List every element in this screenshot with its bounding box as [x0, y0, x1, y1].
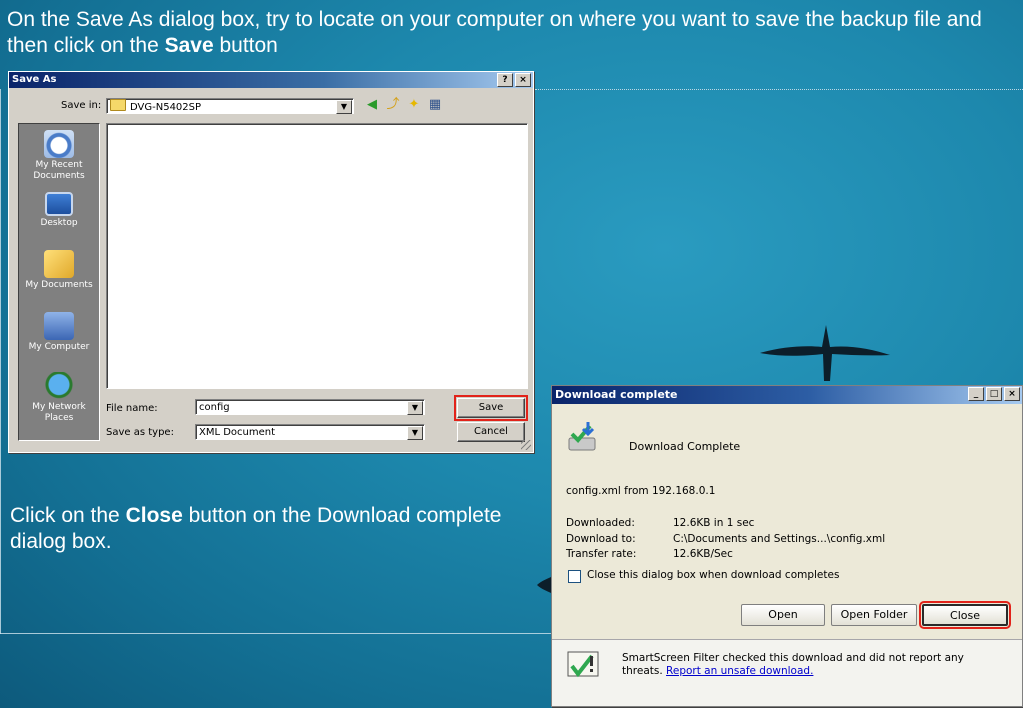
save-as-type-label: Save as type: — [106, 427, 174, 438]
chevron-down-icon[interactable]: ▼ — [407, 401, 423, 415]
save-in-dropdown[interactable]: DVG-N5402SP ▼ — [106, 98, 354, 114]
instruction-top-text: On the Save As dialog box, try to locate… — [7, 8, 982, 57]
minimize-button[interactable]: _ — [968, 387, 984, 401]
download-source: config.xml from 192.168.0.1 — [566, 485, 716, 497]
places-bar: My Recent Documents Desktop My Documents… — [18, 123, 100, 441]
file-name-value: config — [199, 402, 230, 413]
save-as-title: Save As — [12, 74, 57, 85]
my-documents-icon — [44, 250, 74, 278]
place-my-computer[interactable]: My Computer — [19, 312, 99, 353]
instruction-top-bold: Save — [164, 34, 214, 57]
file-list[interactable] — [106, 123, 528, 389]
bird-wing-tip — [537, 577, 551, 593]
close-window-button[interactable]: × — [515, 73, 531, 87]
new-folder-icon[interactable]: ✦ — [406, 97, 422, 113]
save-in-label: Save in: — [61, 100, 102, 111]
instruction-top-tail: button — [213, 34, 278, 57]
close-when-done-label: Close this dialog box when download comp… — [587, 569, 840, 581]
folder-icon — [110, 99, 126, 111]
instruction-bottom-bold: Close — [125, 504, 183, 527]
resize-grip[interactable] — [521, 440, 531, 450]
dotted-divider — [535, 89, 1023, 90]
network-globe-icon — [44, 372, 74, 400]
save-as-type-dropdown[interactable]: XML Document ▼ — [195, 424, 425, 440]
smartscreen-shield-icon — [567, 651, 599, 678]
place-my-recent-documents[interactable]: My Recent Documents — [19, 130, 99, 182]
frame-line-left — [0, 89, 1, 634]
close-button[interactable]: Close — [919, 601, 1011, 629]
bird-silhouette — [760, 325, 890, 381]
downloaded-value: 12.6KB in 1 sec — [673, 517, 755, 529]
help-button[interactable]: ? — [497, 73, 513, 87]
save-as-titlebar[interactable]: Save As ? × — [9, 72, 533, 88]
open-button[interactable]: Open — [741, 604, 825, 626]
transfer-rate-label: Transfer rate: — [566, 548, 637, 560]
download-heading: Download Complete — [629, 440, 741, 453]
instruction-bottom: Click on the Close button on the Downloa… — [10, 503, 530, 555]
download-complete-dialog: Download complete _ □ × Download Complet… — [551, 385, 1023, 707]
instruction-top: On the Save As dialog box, try to locate… — [7, 7, 997, 59]
place-label: My Computer — [28, 342, 90, 352]
place-desktop[interactable]: Desktop — [19, 192, 99, 229]
place-my-documents[interactable]: My Documents — [19, 250, 99, 291]
frame-line-bottom — [0, 633, 551, 634]
place-label: My Recent Documents — [33, 160, 85, 181]
place-my-network-places[interactable]: My Network Places — [19, 372, 99, 424]
maximize-button[interactable]: □ — [986, 387, 1002, 401]
close-window-button[interactable]: × — [1004, 387, 1020, 401]
up-folder-icon[interactable]: ⤴ — [385, 97, 401, 113]
desktop-icon — [45, 192, 73, 216]
smartscreen-panel: SmartScreen Filter checked this download… — [552, 640, 1022, 706]
smartscreen-message: SmartScreen Filter checked this download… — [622, 652, 1002, 678]
download-titlebar[interactable]: Download complete _ □ × — [552, 386, 1022, 404]
save-in-value: DVG-N5402SP — [130, 102, 202, 113]
place-label: My Network Places — [32, 402, 86, 423]
chevron-down-icon[interactable]: ▼ — [336, 100, 352, 114]
my-computer-icon — [44, 312, 74, 340]
chevron-down-icon[interactable]: ▼ — [407, 426, 423, 440]
download-to-label: Download to: — [566, 533, 636, 545]
recent-documents-icon — [44, 130, 74, 158]
save-button[interactable]: Save — [454, 395, 528, 421]
back-icon[interactable]: ◀ — [364, 97, 380, 113]
download-to-value: C:\Documents and Settings...\config.xml — [673, 533, 886, 545]
place-label: Desktop — [40, 218, 78, 228]
downloaded-label: Downloaded: — [566, 517, 635, 529]
open-folder-button[interactable]: Open Folder — [831, 604, 917, 626]
save-as-type-value: XML Document — [199, 427, 276, 438]
download-title: Download complete — [555, 388, 678, 401]
download-complete-icon — [568, 422, 596, 451]
save-as-dialog: Save As ? × Save in: DVG-N5402SP ▼ ◀ ⤴ ✦… — [8, 71, 534, 453]
view-menu-icon[interactable]: ▦ — [427, 97, 443, 113]
file-name-label: File name: — [106, 403, 158, 414]
file-name-input[interactable]: config ▼ — [195, 399, 425, 415]
close-when-done-checkbox[interactable] — [568, 570, 581, 583]
transfer-rate-value: 12.6KB/Sec — [673, 548, 733, 560]
report-unsafe-download-link[interactable]: Report an unsafe download. — [666, 665, 813, 677]
cancel-button[interactable]: Cancel — [457, 422, 525, 442]
instruction-bottom-text: Click on the — [10, 504, 126, 527]
place-label: My Documents — [25, 280, 93, 290]
